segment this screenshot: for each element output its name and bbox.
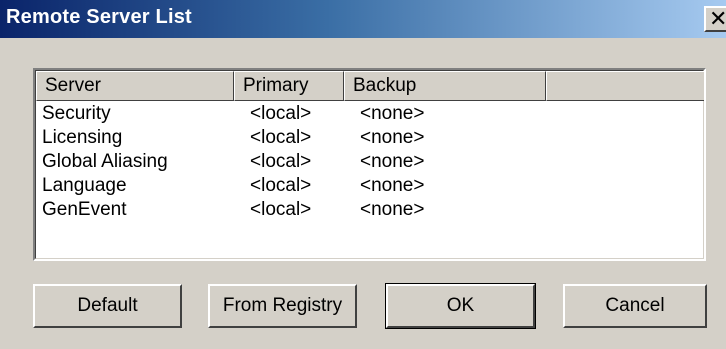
close-button[interactable]: ✕ [704, 6, 726, 32]
backup-value: <none> [360, 199, 425, 220]
column-header-backup[interactable]: Backup [344, 71, 546, 101]
column-header-server[interactable]: Server [36, 71, 234, 101]
server-name: GenEvent [42, 199, 127, 220]
window-title: Remote Server List [6, 6, 192, 28]
primary-value: <local> [250, 103, 312, 124]
cancel-button[interactable]: Cancel [563, 284, 707, 328]
primary-value: <local> [250, 151, 312, 172]
backup-value: <none> [360, 175, 425, 196]
primary-value: <local> [250, 127, 312, 148]
default-button[interactable]: Default [33, 284, 182, 328]
list-item[interactable]: Language <local> <none> [36, 174, 703, 198]
backup-value: <none> [360, 151, 425, 172]
list-item[interactable]: GenEvent <local> <none> [36, 198, 703, 222]
primary-value: <local> [250, 175, 312, 196]
server-name: Licensing [42, 127, 123, 148]
list-rows: Security <local> <none> Licensing <local… [36, 102, 703, 222]
server-list-frame: Server Primary Backup Security <local> <… [35, 70, 704, 259]
close-icon: ✕ [709, 7, 726, 32]
server-name: Global Aliasing [42, 151, 168, 172]
list-item[interactable]: Security <local> <none> [36, 102, 703, 126]
from-registry-button[interactable]: From Registry [208, 284, 357, 328]
backup-value: <none> [360, 127, 425, 148]
list-header: Server Primary Backup [36, 71, 704, 101]
title-bar[interactable]: Remote Server List ✕ [0, 0, 726, 38]
remote-server-list-dialog: Remote Server List ✕ Server Primary Back… [0, 0, 726, 349]
backup-value: <none> [360, 103, 425, 124]
server-name: Security [42, 103, 111, 124]
server-list[interactable]: Server Primary Backup Security <local> <… [33, 68, 706, 261]
primary-value: <local> [250, 199, 312, 220]
ok-button[interactable]: OK [385, 283, 536, 329]
column-header-empty[interactable] [546, 71, 704, 101]
server-name: Language [42, 175, 127, 196]
column-header-primary[interactable]: Primary [234, 71, 344, 101]
list-item[interactable]: Global Aliasing <local> <none> [36, 150, 703, 174]
list-item[interactable]: Licensing <local> <none> [36, 126, 703, 150]
